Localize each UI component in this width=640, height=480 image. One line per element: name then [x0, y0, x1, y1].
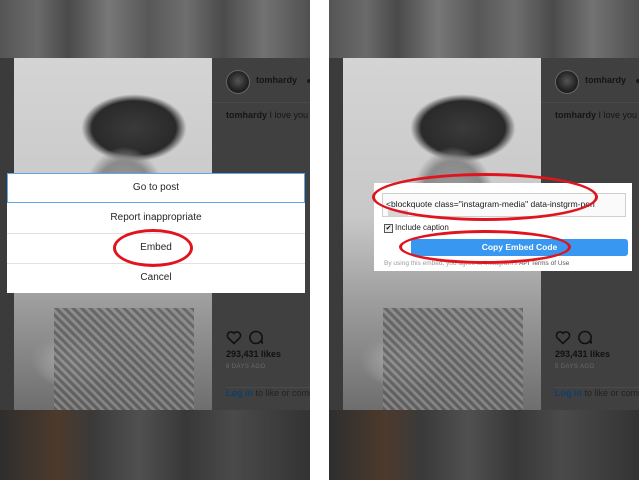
- heart-icon[interactable]: [555, 330, 571, 345]
- login-prompt: Log in to like or comme: [226, 387, 310, 398]
- highlight-ellipse-embed: [113, 229, 193, 267]
- background-thumbnails-top: [0, 0, 310, 58]
- username[interactable]: tomhardy: [585, 75, 626, 85]
- caption-text: I love you W: [269, 110, 310, 120]
- post-header: tomhardy: [212, 58, 310, 103]
- highlight-ellipse-code: [372, 173, 598, 221]
- verified-dot-icon: [307, 79, 310, 83]
- timestamp: 5 DAYS AGO: [555, 364, 595, 370]
- photo-shirt: [54, 308, 194, 410]
- menu-item-go-to-post[interactable]: Go to post: [7, 173, 305, 203]
- verified-dot-icon: [636, 79, 639, 83]
- photo-shirt: [383, 308, 523, 410]
- background-thumbnails-bottom: [329, 410, 639, 480]
- menu-item-cancel[interactable]: Cancel: [7, 263, 305, 293]
- likes-count: 293,431 likes: [226, 349, 282, 359]
- login-link[interactable]: Log in: [226, 388, 253, 398]
- timestamp: 6 DAYS AGO: [226, 364, 266, 370]
- background-thumbnails-bottom: [0, 410, 310, 480]
- background-thumbnails-top: [329, 0, 639, 58]
- likes-count: 293,431 likes: [555, 349, 611, 359]
- caption: tomhardy I love you W: [226, 110, 310, 120]
- right-screenshot-panel: tomhardy tomhardy I love you W 293,431 l…: [329, 0, 639, 480]
- action-icons: [555, 330, 615, 346]
- left-screenshot-panel: tomhardy tomhardy I love you W 293,431 l…: [0, 0, 310, 480]
- comment-icon[interactable]: [248, 330, 264, 345]
- highlight-ellipse-copy: [399, 230, 571, 264]
- action-icons: [226, 330, 286, 346]
- login-link[interactable]: Log in: [555, 388, 582, 398]
- login-prompt: Log in to like or comm: [555, 387, 639, 398]
- caption-text: I love you W: [598, 110, 639, 120]
- include-caption-checkbox[interactable]: ✔: [384, 224, 393, 233]
- comment-icon[interactable]: [577, 330, 593, 345]
- caption-user[interactable]: tomhardy: [226, 110, 267, 120]
- heart-icon[interactable]: [226, 330, 242, 345]
- avatar[interactable]: [555, 70, 579, 94]
- avatar[interactable]: [226, 70, 250, 94]
- login-rest: to like or comme: [255, 388, 311, 398]
- login-rest: to like or comm: [584, 388, 640, 398]
- username[interactable]: tomhardy: [256, 75, 297, 85]
- include-caption-label: Include caption: [395, 223, 449, 232]
- caption-user[interactable]: tomhardy: [555, 110, 596, 120]
- post-header: tomhardy: [541, 58, 639, 103]
- caption: tomhardy I love you W: [555, 110, 639, 120]
